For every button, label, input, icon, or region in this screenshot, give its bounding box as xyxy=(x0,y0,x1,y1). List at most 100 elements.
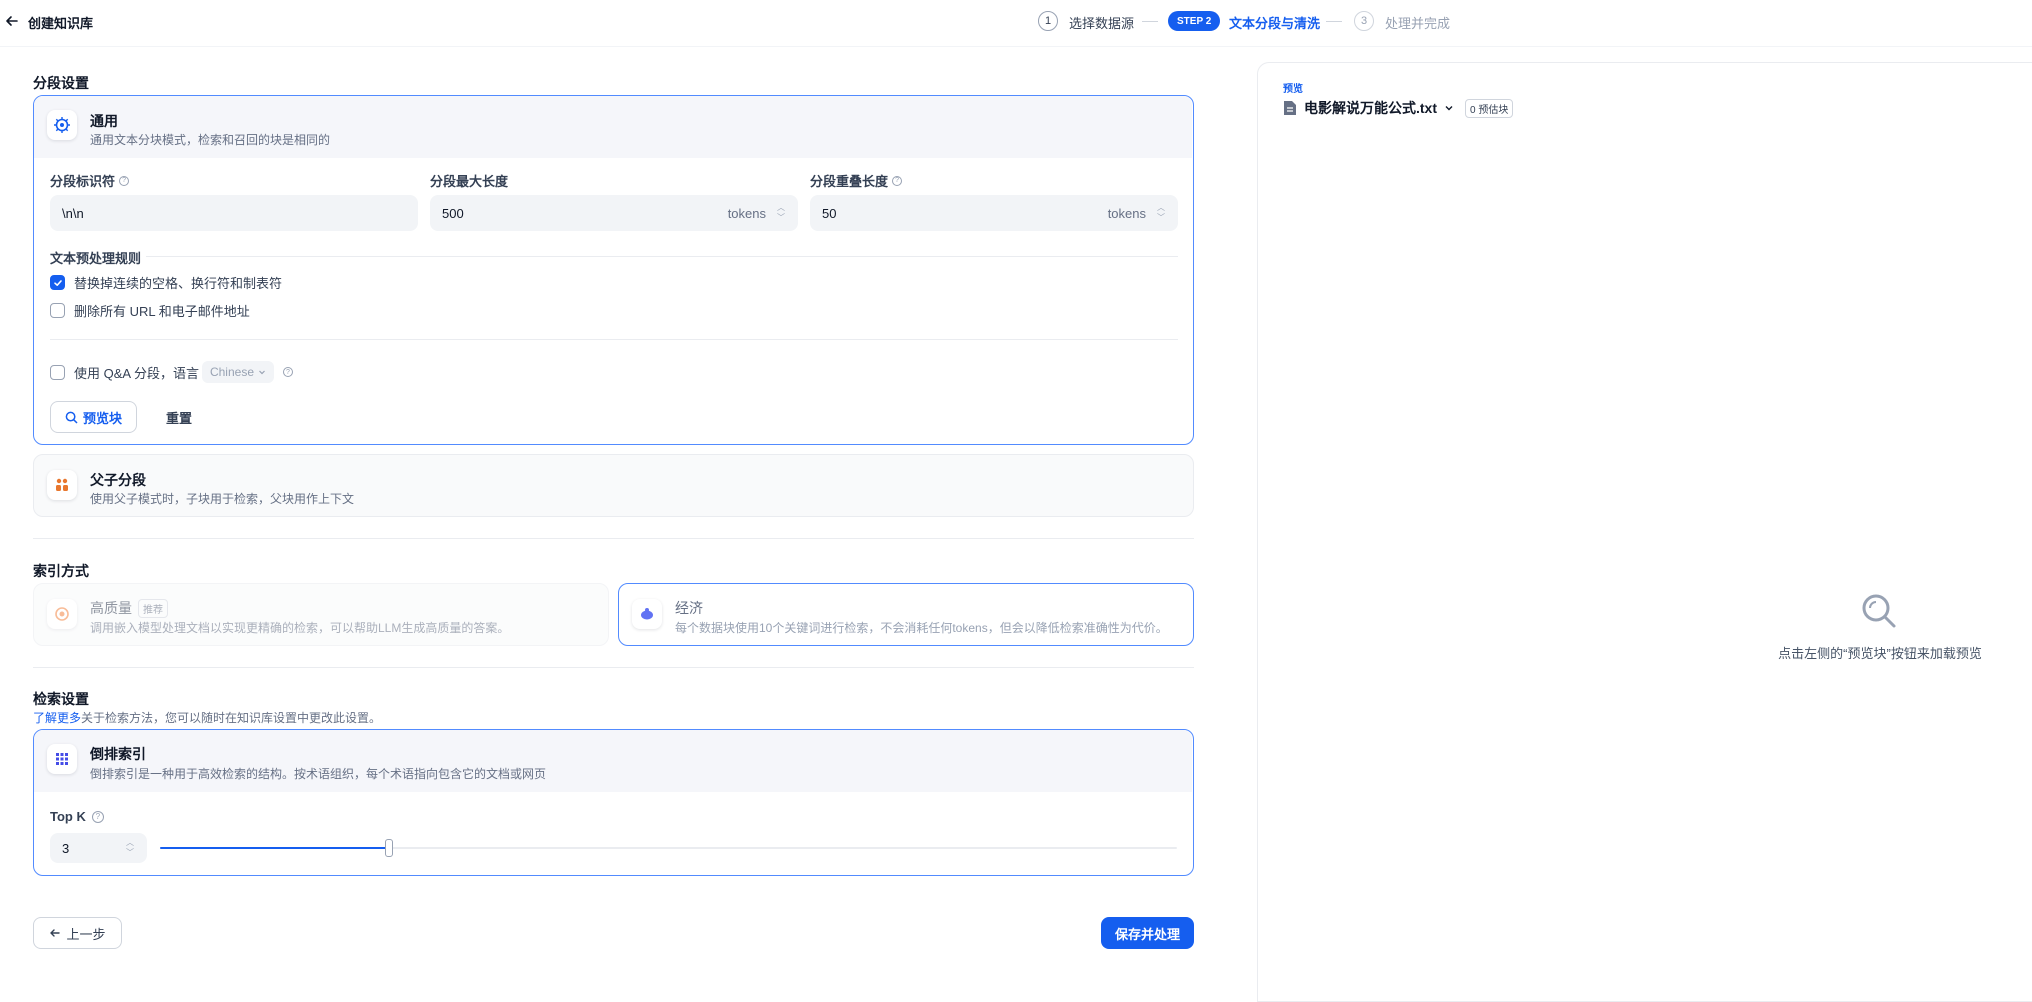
step-divider xyxy=(1326,21,1342,22)
preview-chunks-button[interactable]: 预览块 xyxy=(50,401,137,433)
step-2-badge: STEP 2 xyxy=(1168,11,1221,31)
chevron-down-icon xyxy=(1445,106,1453,111)
separator-value: \n\n xyxy=(62,205,84,221)
step-1-label: 选择数据源 xyxy=(1069,16,1135,31)
topk-value: 3 xyxy=(62,840,70,856)
stepper-up-icon[interactable]: ︿ xyxy=(126,839,134,847)
save-and-process-button[interactable]: 保存并处理 xyxy=(1101,917,1194,949)
arrow-left-icon xyxy=(50,929,61,937)
rule-whitespace-label: 替换掉连续的空格、换行符和制表符 xyxy=(74,276,283,291)
overlap-stepper[interactable]: ︿ ﹀ xyxy=(1156,204,1166,222)
divider xyxy=(146,256,1178,257)
previous-step-button[interactable]: 上一步 xyxy=(33,917,122,949)
qa-label: 使用 Q&A 分段，语言 xyxy=(74,365,199,381)
inverted-index-desc: 倒排索引是一种用于高效检索的结构。按术语组织，每个术语指向包含它的文档或网页 xyxy=(90,767,547,781)
economy-desc: 每个数据块使用10个关键词进行检索，不会消耗任何tokens，但会以降低检索准确… xyxy=(675,621,1168,635)
reset-button[interactable]: 重置 xyxy=(144,401,214,433)
preview-chunks-label: 预览块 xyxy=(82,410,122,426)
preview-file-selector[interactable]: 电影解说万能公式.txt 0 预估块 xyxy=(1283,98,1514,118)
learn-more-link[interactable]: 了解更多 xyxy=(33,711,81,725)
slider-thumb[interactable] xyxy=(384,839,393,857)
max-length-stepper[interactable]: ︿ ﹀ xyxy=(776,204,786,222)
topk-input[interactable]: 3 ︿ ﹀ xyxy=(50,833,147,863)
preview-panel xyxy=(1257,62,2032,1002)
rule-url[interactable]: 删除所有 URL 和电子邮件地址 xyxy=(50,301,250,320)
economy-icon xyxy=(632,599,662,629)
stepper-down-icon[interactable]: ﹀ xyxy=(126,849,134,857)
stepper-up-icon[interactable]: ︿ xyxy=(1157,204,1165,212)
max-length-input[interactable]: 500 tokens ︿ ﹀ xyxy=(430,195,798,231)
max-length-label-text: 分段最大长度 xyxy=(430,174,509,189)
topk-stepper[interactable]: ︿ ﹀ xyxy=(125,839,135,857)
separator-input[interactable]: \n\n xyxy=(50,195,418,231)
step-1-number: 1 xyxy=(1038,11,1058,31)
topk-slider[interactable] xyxy=(160,839,1177,857)
preview-empty-icon xyxy=(1860,592,1898,635)
parent-child-mode-card[interactable]: 父子分段 使用父子模式时，子块用于检索，父块用作上下文 xyxy=(33,454,1194,517)
index-method-title: 索引方式 xyxy=(33,563,89,579)
overlap-input[interactable]: 50 tokens ︿ ﹀ xyxy=(810,195,1178,231)
inverted-index-icon xyxy=(47,744,77,774)
overlap-value: 50 xyxy=(822,205,837,221)
step-3-number: 3 xyxy=(1354,11,1374,31)
stepper-down-icon[interactable]: ﹀ xyxy=(777,214,785,222)
topk-label-text: Top K xyxy=(50,809,86,824)
economy-option[interactable]: 经济 每个数据块使用10个关键词进行检索，不会消耗任何tokens，但会以降低检… xyxy=(618,583,1194,646)
search-icon xyxy=(65,411,78,424)
qa-language-value: Chinese xyxy=(209,365,254,379)
card-header-bg xyxy=(34,730,1192,792)
preview-file-name: 电影解说万能公式.txt xyxy=(1304,100,1437,116)
help-icon[interactable]: ? xyxy=(91,810,104,823)
inverted-index-title: 倒排索引 xyxy=(90,746,146,762)
preprocess-title-text: 文本预处理规则 xyxy=(50,251,142,266)
stepper-down-icon[interactable]: ﹀ xyxy=(1157,214,1165,222)
page-title: 创建知识库 xyxy=(28,16,94,31)
general-mode-card[interactable]: 通用 通用文本分块模式，检索和召回的块是相同的 分段标识符 ? 分段最大长度 分… xyxy=(33,95,1194,445)
parent-child-desc: 使用父子模式时，子块用于检索，父块用作上下文 xyxy=(90,492,355,506)
preview-empty-text: 点击左侧的“预览块”按钮来加载预览 xyxy=(1778,646,1982,661)
general-mode-icon xyxy=(47,110,77,140)
topk-label: Top K ? xyxy=(50,809,104,824)
max-length-value: 500 xyxy=(442,205,464,221)
stepper-up-icon[interactable]: ︿ xyxy=(777,204,785,212)
segment-settings-title: 分段设置 xyxy=(33,75,89,91)
separator-label: 分段标识符 ? xyxy=(50,171,130,190)
economy-title: 经济 xyxy=(675,600,703,616)
qa-checkbox[interactable] xyxy=(50,364,65,380)
recommended-badge: 推荐 xyxy=(138,598,168,618)
back-arrow-icon[interactable] xyxy=(3,12,21,30)
qa-language-select[interactable]: Chinese xyxy=(201,361,274,383)
step-3-label: 处理并完成 xyxy=(1385,16,1451,31)
step-2-label: 文本分段与清洗 xyxy=(1229,16,1321,31)
high-quality-option[interactable]: 高质量 推荐 调用嵌入模型处理文档以实现更精确的检索，可以帮助LLM生成高质量的… xyxy=(33,583,609,646)
retrieval-note-text: 关于检索方法，您可以随时在知识库设置中更改此设置。 xyxy=(81,711,382,725)
help-icon[interactable]: ? xyxy=(119,175,130,186)
rule-whitespace[interactable]: 替换掉连续的空格、换行符和制表符 xyxy=(50,273,282,292)
inverted-index-card[interactable]: 倒排索引 倒排索引是一种用于高效检索的结构。按术语组织，每个术语指向包含它的文档… xyxy=(33,729,1194,876)
reset-label: 重置 xyxy=(165,410,192,426)
qa-segment-option[interactable]: 使用 Q&A 分段，语言 Chinese ? xyxy=(50,361,293,383)
overlap-label: 分段重叠长度 ? xyxy=(810,171,903,190)
rule-url-checkbox[interactable] xyxy=(50,303,65,318)
top-bar xyxy=(0,0,2032,47)
overlap-label-text: 分段重叠长度 xyxy=(810,174,889,189)
step-divider xyxy=(1142,21,1158,22)
high-quality-desc: 调用嵌入模型处理文档以实现更精确的检索，可以帮助LLM生成高质量的答案。 xyxy=(90,621,510,635)
max-length-unit: tokens xyxy=(727,205,766,221)
preprocess-title: 文本预处理规则 xyxy=(50,248,141,267)
chunk-count-badge: 0 预估块 xyxy=(1465,98,1514,118)
separator-label-text: 分段标识符 xyxy=(50,174,116,189)
preview-label: 预览 xyxy=(1283,84,1303,95)
max-length-label: 分段最大长度 xyxy=(430,171,508,190)
general-mode-desc: 通用文本分块模式，检索和召回的块是相同的 xyxy=(90,133,331,147)
rule-whitespace-checkbox[interactable] xyxy=(50,275,65,290)
file-icon xyxy=(1284,101,1296,115)
high-quality-header: 高质量 推荐 xyxy=(90,598,168,618)
divider xyxy=(50,339,1178,340)
parent-child-icon xyxy=(47,470,77,500)
help-icon[interactable]: ? xyxy=(283,367,293,377)
retrieval-note: 了解更多关于检索方法，您可以随时在知识库设置中更改此设置。 xyxy=(33,709,381,726)
help-icon[interactable]: ? xyxy=(892,175,903,186)
previous-step-label: 上一步 xyxy=(66,926,106,942)
save-and-process-label: 保存并处理 xyxy=(1114,926,1180,942)
